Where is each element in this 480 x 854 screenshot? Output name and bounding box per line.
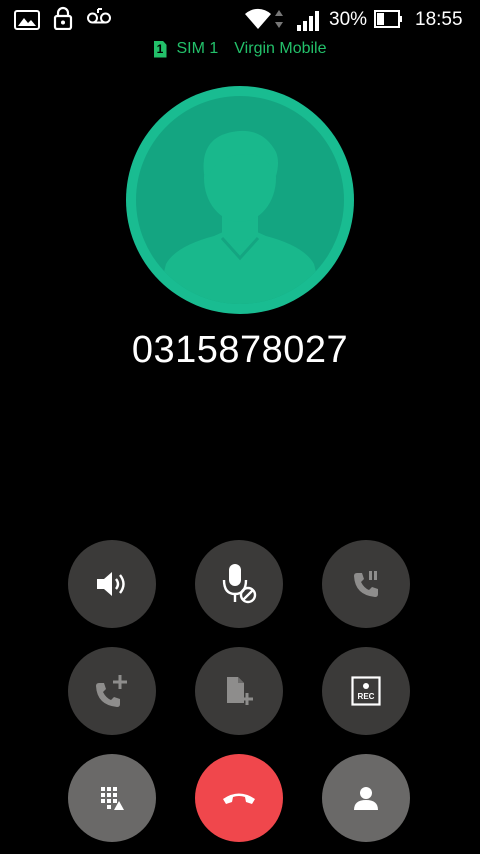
caller-number: 0315878027 — [131, 329, 349, 371]
phone-hold-icon — [354, 571, 378, 597]
lock-icon — [53, 6, 73, 30]
caller-avatar — [126, 86, 354, 314]
sim-carrier-row: 1 SIM 1 Virgin Mobile — [0, 38, 480, 60]
hold-button[interactable] — [322, 540, 410, 628]
contact-icon — [354, 787, 378, 810]
record-icon: REC — [351, 676, 381, 706]
end-call-button[interactable] — [195, 754, 283, 842]
add-call-icon — [96, 675, 127, 707]
contacts-button[interactable] — [322, 754, 410, 842]
voicemail-icon — [87, 8, 111, 24]
keypad-button[interactable] — [68, 754, 156, 842]
mute-button[interactable] — [195, 540, 283, 628]
carrier-name: Virgin Mobile — [234, 40, 327, 57]
speaker-icon — [97, 572, 125, 596]
sim-label: SIM 1 — [176, 40, 219, 57]
gallery-icon — [14, 10, 40, 30]
add-note-button[interactable] — [195, 647, 283, 735]
dialpad-icon — [101, 787, 124, 810]
battery-percent: 30% — [329, 9, 368, 30]
signal-icon — [297, 11, 319, 31]
sim-icon: 1 — [153, 40, 167, 58]
wifi-icon — [245, 8, 283, 29]
record-label: REC — [358, 692, 375, 701]
status-bar: 30% 18:55 — [0, 0, 480, 38]
add-call-button[interactable] — [68, 647, 156, 735]
speaker-button[interactable] — [68, 540, 156, 628]
mic-muted-icon — [222, 564, 257, 604]
record-button[interactable]: REC — [322, 647, 410, 735]
battery-icon — [374, 10, 402, 28]
person-silhouette-icon — [156, 130, 324, 304]
end-call-icon — [223, 793, 255, 804]
clock-time: 18:55 — [415, 9, 463, 30]
note-add-icon — [227, 677, 253, 705]
